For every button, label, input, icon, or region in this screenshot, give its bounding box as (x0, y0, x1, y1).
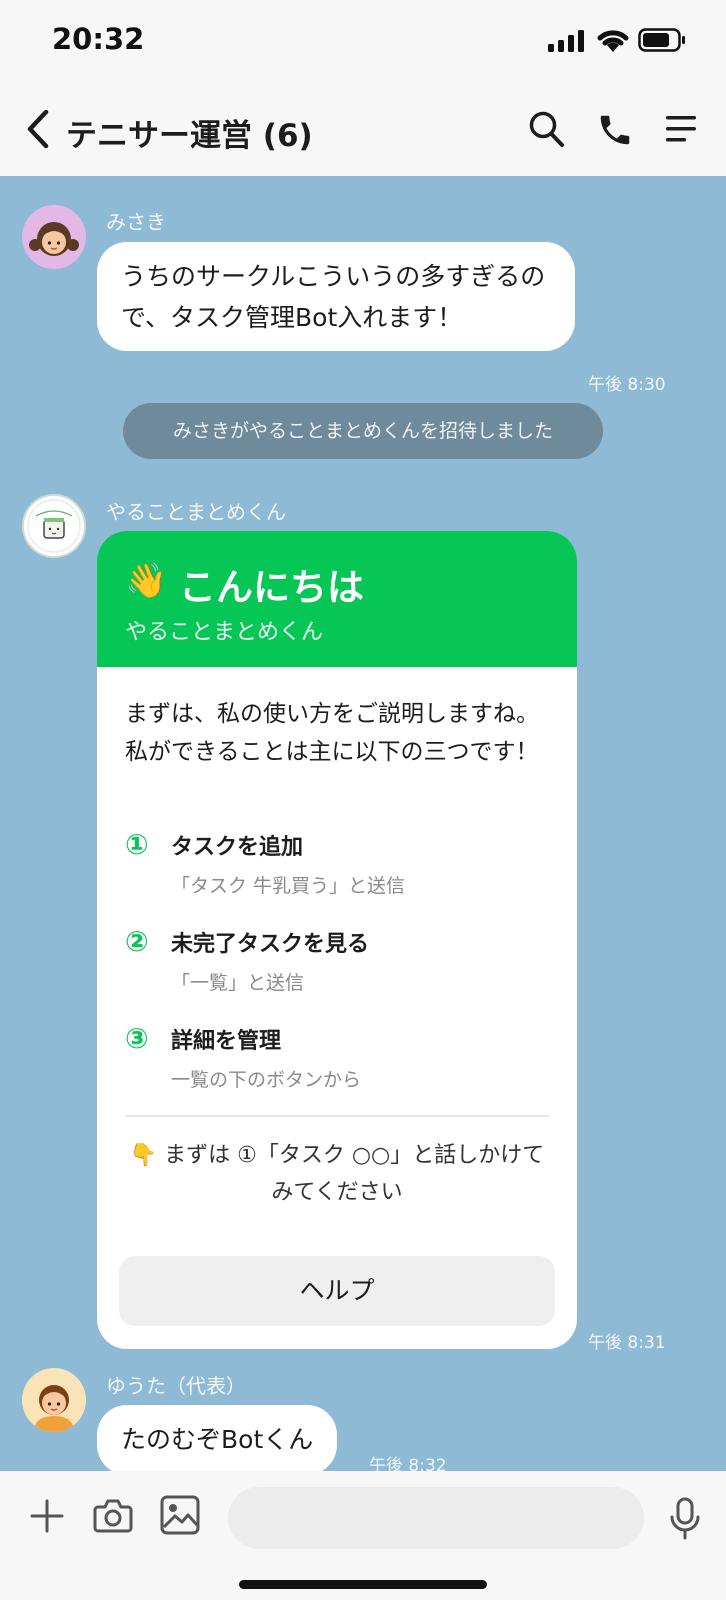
pointing-down-icon: 👇 (129, 1143, 158, 1168)
item-number: ① (125, 828, 149, 861)
card-item-view-tasks: ② 未完了タスクを見る 「一覧」と送信 (125, 925, 555, 1006)
help-button[interactable]: ヘルプ (119, 1256, 555, 1326)
sender-name: ゆうた（代表） (106, 1374, 246, 1398)
card-item-add-task: ① タスクを追加 「タスク 牛乳買う」と送信 (125, 828, 555, 909)
image-icon[interactable] (160, 1495, 200, 1535)
camera-icon[interactable] (93, 1497, 133, 1533)
item-description: 「一覧」と送信 (171, 972, 305, 994)
waving-hand-icon: 👋 (125, 561, 168, 601)
message-timestamp: 午後 8:31 (588, 1333, 666, 1353)
card-item-manage-details: ③ 詳細を管理 一覧の下のボタンから (125, 1022, 555, 1103)
flex-message-card: 👋 こんにちは やることまとめくん まずは、私の使い方をご説明しますね。私ができ… (97, 531, 577, 1349)
status-bar: 20:32 (0, 0, 726, 86)
phone-icon[interactable] (596, 110, 634, 150)
battery-icon (638, 28, 685, 52)
item-description: 一覧の下のボタンから (171, 1069, 362, 1091)
card-divider (125, 1115, 549, 1117)
menu-icon[interactable] (666, 114, 698, 144)
message-timestamp: 午後 8:30 (588, 375, 666, 395)
item-number: ③ (125, 1022, 149, 1055)
item-description: 「タスク 牛乳買う」と送信 (171, 875, 406, 897)
card-hint-text: まずは ①「タスク ○○」と話しかけてみてください (164, 1143, 545, 1205)
card-hint: 👇 まずは ①「タスク ○○」と話しかけてみてください (127, 1137, 547, 1211)
message-input-bar (0, 1471, 726, 1600)
person-avatar-icon (34, 1385, 74, 1432)
cellular-signal-icon (548, 30, 584, 52)
card-intro: まずは、私の使い方をご説明しますね。私ができることは主に以下の三つです！ (125, 701, 539, 765)
wifi-icon (597, 30, 629, 52)
chat-header: テニサー運営 (6) (0, 86, 726, 176)
search-icon[interactable] (528, 110, 566, 150)
bot-logo-icon (27, 499, 81, 553)
message-input[interactable] (228, 1487, 644, 1549)
mic-icon[interactable] (670, 1497, 700, 1541)
item-title: 未完了タスクを見る (171, 932, 370, 957)
avatar-misaki[interactable] (22, 205, 86, 269)
avatar-yuta[interactable] (22, 1368, 86, 1432)
card-subtitle: やることまとめくん (125, 620, 324, 645)
item-number: ② (125, 925, 149, 958)
plus-icon[interactable] (30, 1499, 64, 1533)
chevron-left-icon[interactable] (24, 108, 52, 150)
girl-avatar-icon (29, 222, 79, 256)
sender-name: みさき (106, 210, 166, 234)
avatar-bot[interactable] (22, 494, 86, 558)
message-bubble[interactable]: たのむぞBotくん (97, 1405, 338, 1475)
message-bubble[interactable]: うちのサークルこういうの多すぎるので、タスク管理Bot入れます！ (97, 242, 575, 351)
card-header: 👋 こんにちは やることまとめくん (97, 531, 577, 667)
item-title: 詳細を管理 (171, 1029, 282, 1054)
home-indicator[interactable] (239, 1580, 487, 1589)
clock: 20:32 (52, 22, 145, 56)
system-message: みさきがやることまとめくんを招待しました (123, 403, 603, 459)
item-title: タスクを追加 (171, 835, 304, 860)
chat-title: テニサー運営 (6) (66, 118, 313, 154)
sender-name: やることまとめくん (106, 500, 286, 524)
card-greeting: こんにちは (179, 566, 364, 609)
